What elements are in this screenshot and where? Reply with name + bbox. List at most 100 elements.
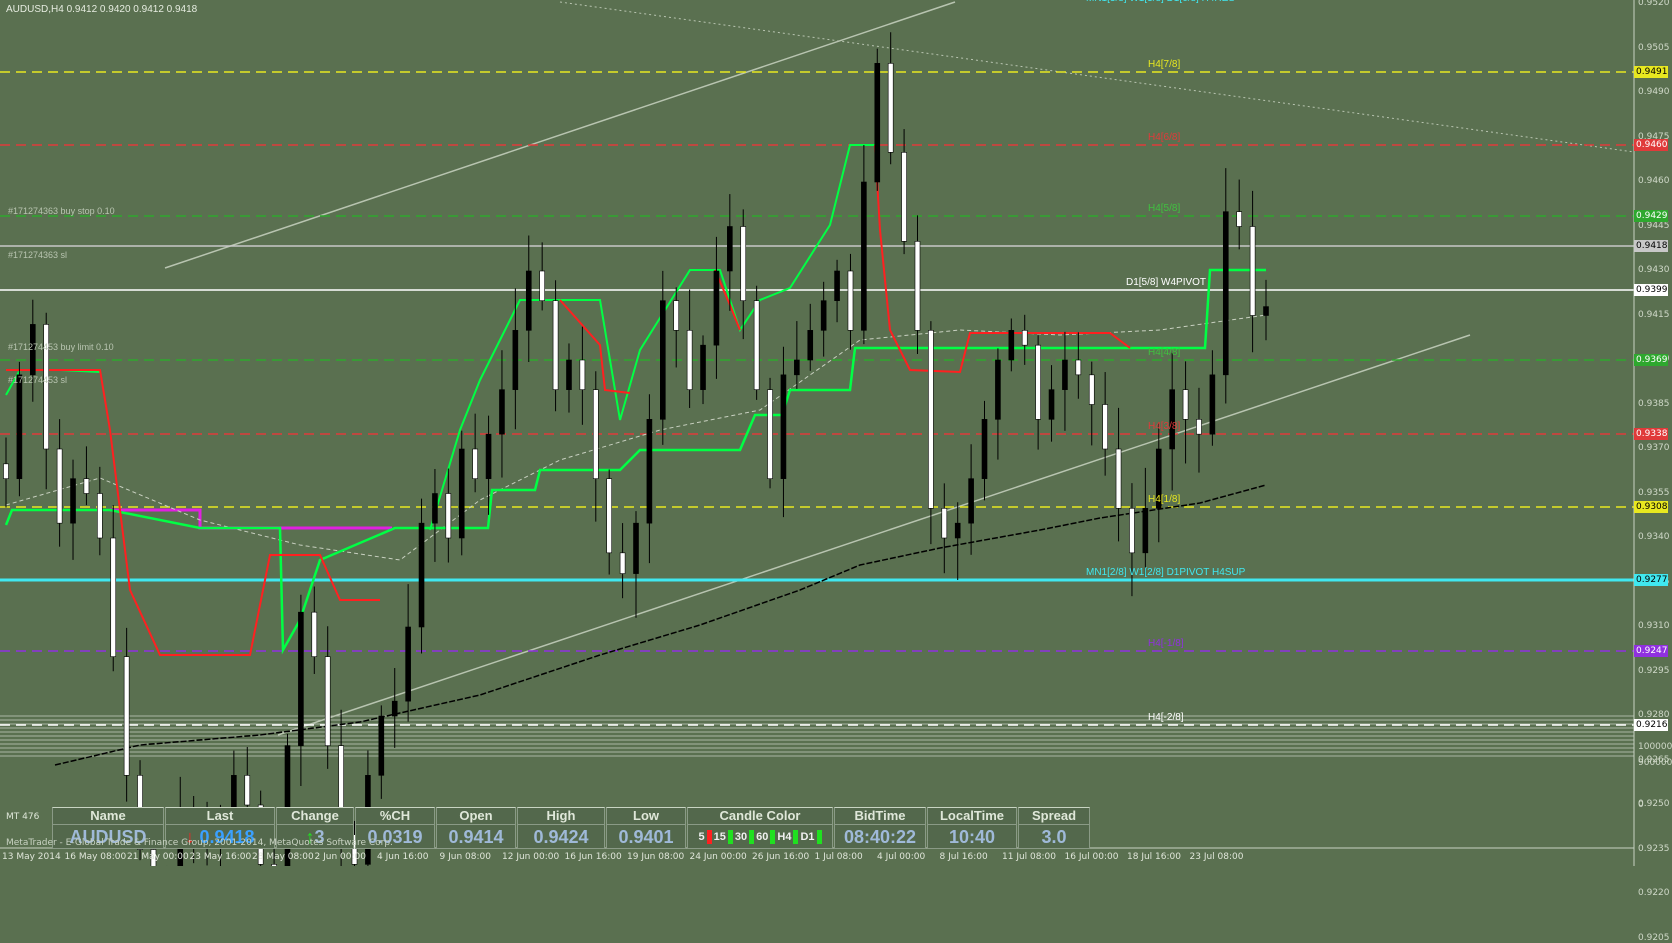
bear-candle-body <box>1103 405 1108 450</box>
bear-candle-body <box>97 494 102 539</box>
candle-tf-label: 5 <box>699 825 705 849</box>
open-cell: Open 0.9414 <box>436 807 516 849</box>
bear-candle-body <box>593 390 598 479</box>
candle-tf-label: H4 <box>777 825 791 849</box>
bull-candle-body <box>1170 390 1175 449</box>
bear-candle-body <box>580 360 585 390</box>
bear-candle-body <box>1250 227 1255 316</box>
bull-candle-body <box>634 523 639 573</box>
bear-candle-body <box>674 301 679 331</box>
low-cell: Low 0.9401 <box>606 807 686 849</box>
candle-color-swatch <box>728 830 733 844</box>
bidtime-value: 08:40:22 <box>835 825 925 849</box>
bull-candle-body <box>1062 360 1067 390</box>
bull-candle-body <box>499 390 504 435</box>
bull-candle-body <box>17 375 22 479</box>
time-tick-label: 9 Jun 08:00 <box>440 852 491 862</box>
time-tick-label: 24 Jun 00:00 <box>690 852 747 862</box>
high-header: High <box>518 808 604 825</box>
level-label: MN1[2/8] W1[2/8] D1PIVOT H4SUP <box>1086 567 1245 578</box>
bull-candle-body <box>701 345 706 390</box>
time-tick-label: 18 Jul 16:00 <box>1127 852 1181 862</box>
indicator-tick-label: 0 <box>1638 800 1644 810</box>
bull-candle-body <box>1049 390 1054 420</box>
bull-candle-body <box>660 301 665 420</box>
candle <box>875 49 880 191</box>
order-label: #171274453 buy limit 0.10 <box>8 342 114 352</box>
time-tick-label: 4 Jun 16:00 <box>377 852 428 862</box>
bull-candle-body <box>781 375 786 479</box>
chart-title: AUDUSD,H4 0.9412 0.9420 0.9412 0.9418 <box>6 4 197 15</box>
indicator-tick-label: 10000000 <box>1638 742 1672 752</box>
bear-candle-body <box>1116 449 1121 508</box>
bear-candle-body <box>1089 375 1094 405</box>
level-label: H4[4/8] <box>1148 347 1180 358</box>
bull-candle-body <box>969 479 974 523</box>
bull-candle-body <box>808 330 813 360</box>
candle-color-swatch <box>770 830 775 844</box>
bear-candle-body <box>111 538 116 657</box>
price-tick-label: 0.9385 <box>1638 399 1670 409</box>
price-tick-label: 0.9520 <box>1638 0 1670 8</box>
order-label: #171274363 buy stop 0.10 <box>8 206 115 216</box>
time-tick-label: 12 Jun 00:00 <box>502 852 559 862</box>
bear-candle-body <box>245 775 250 805</box>
time-tick-label: 23 May 16:00 <box>190 852 252 862</box>
level-label: MN1[3/8] W1[3/8] D1[6/8] H4RES <box>1086 0 1235 4</box>
bear-candle-body <box>848 271 853 330</box>
bull-candle-body <box>835 271 840 301</box>
level-label: D1[5/8] W4PIVOT <box>1126 277 1206 288</box>
bear-candle-body <box>607 479 612 553</box>
time-tick-label: 1 Jul 08:00 <box>815 852 863 862</box>
bear-candle-body <box>902 152 907 241</box>
bull-candle-body <box>821 301 826 331</box>
bull-candle-body <box>714 271 719 345</box>
order-label: #171274363 sl <box>8 250 67 260</box>
bidtime-cell: BidTime 08:40:22 <box>834 807 926 849</box>
localtime-header: LocalTime <box>928 808 1016 825</box>
bear-candle-body <box>1237 212 1242 227</box>
candle-tf-label: 60 <box>756 825 768 849</box>
bear-candle-body <box>473 449 478 479</box>
candle-color-row: 5153060H4D1 <box>688 825 832 849</box>
time-tick-label: 11 Jul 08:00 <box>1002 852 1056 862</box>
bull-candle-body <box>794 360 799 375</box>
bear-candle-body <box>57 449 62 523</box>
bull-candle-body <box>1210 375 1215 434</box>
candle <box>754 286 759 400</box>
bull-candle-body <box>1009 330 1014 360</box>
candle-color-cell: Candle Color 5153060H4D1 <box>687 807 833 849</box>
time-tick-label: 28 May 08:00 <box>252 852 314 862</box>
price-chart[interactable] <box>0 0 1672 866</box>
candle-tf-label: 30 <box>735 825 747 849</box>
price-tick-label: 0.9460 <box>1638 176 1670 186</box>
price-marker: 0.9369 <box>1634 354 1668 366</box>
price-marker: 0.9308 <box>1634 501 1668 513</box>
price-tick-label: 0.9490 <box>1638 87 1670 97</box>
bear-candle-body <box>687 330 692 389</box>
price-marker: 0.9216 <box>1634 719 1668 731</box>
mt-label: MT 476 <box>6 812 39 822</box>
bear-candle-body <box>915 241 920 330</box>
price-tick-label: 0.9370 <box>1638 443 1670 453</box>
bull-candle-body <box>513 330 518 389</box>
bull-candle-body <box>459 449 464 538</box>
time-tick-label: 13 May 2014 <box>2 852 61 862</box>
indicator-tick-label: 9000000 <box>1638 758 1672 768</box>
price-marker: 0.9247 <box>1634 645 1668 657</box>
pch-header: %CH <box>356 808 434 825</box>
bear-candle-body <box>124 657 129 776</box>
bear-candle-body <box>1196 419 1201 434</box>
bull-candle-body <box>392 701 397 716</box>
bull-candle-body <box>71 479 76 523</box>
bear-candle-body <box>1036 345 1041 419</box>
bear-candle-body <box>1076 360 1081 375</box>
open-header: Open <box>437 808 515 825</box>
price-tick-label: 0.9205 <box>1638 933 1670 943</box>
bull-candle-body <box>1223 212 1228 375</box>
bull-candle-body <box>647 419 652 523</box>
level-label: H4[-2/8] <box>1148 712 1184 723</box>
bull-candle-body <box>566 360 571 390</box>
spread-value: 3.0 <box>1019 825 1089 849</box>
bear-candle-body <box>1129 508 1134 553</box>
